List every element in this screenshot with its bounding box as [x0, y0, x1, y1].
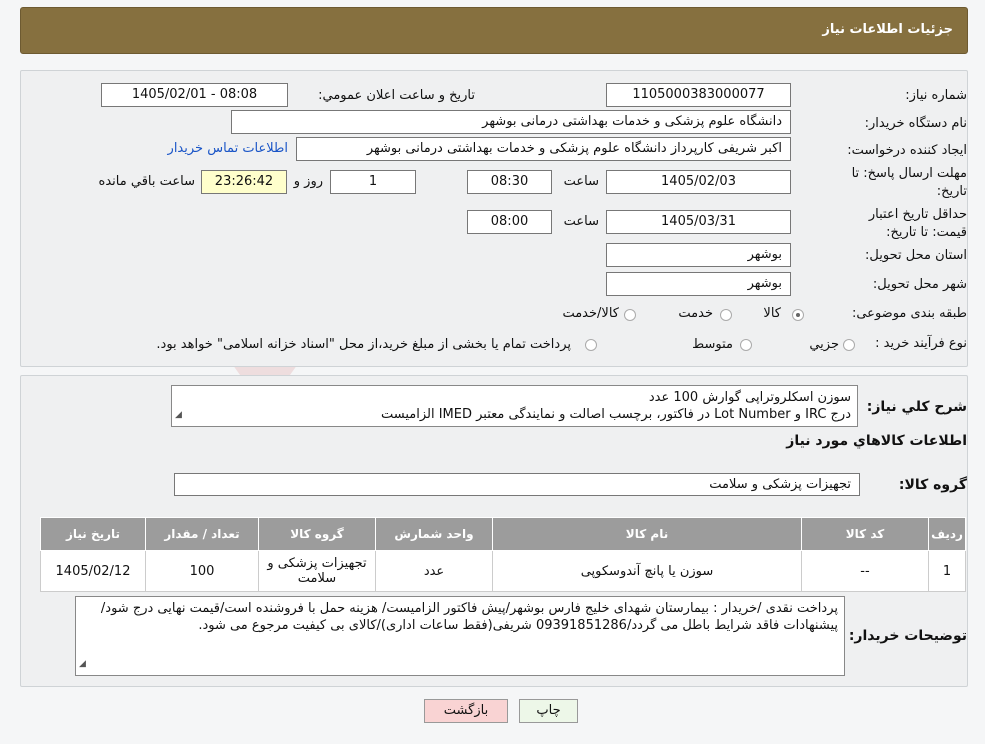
col-code-header: كد كالا	[801, 517, 929, 551]
cell-group: تجهیزات پزشکی و سلامت	[258, 550, 376, 592]
buyer-org-field: دانشگاه علوم پزشکی و خدمات بهداشتی درمان…	[231, 110, 791, 134]
process-medium-radio[interactable]	[740, 339, 752, 351]
summary-line-2: درج IRC و Lot Number در فاکتور، برچسب اص…	[380, 407, 851, 422]
resize-grip-icon[interactable]: ◢	[175, 407, 182, 424]
need-number-label: شماره نیاز:	[905, 88, 967, 103]
buyer-contact-link[interactable]: اطلاعات تماس خريدار	[168, 141, 288, 156]
col-unit-header: واحد شمارش	[375, 517, 493, 551]
cell-code: --	[801, 550, 929, 592]
goods-group-label: گروه كالا:	[898, 477, 967, 493]
resize-grip-icon[interactable]: ◢	[79, 656, 86, 673]
validity-time-label: ساعت	[563, 214, 599, 229]
validity-date-field: 1405/03/31	[606, 210, 791, 234]
summary-textarea: سوزن اسکلروتراپی گوارش 100 عدد درج IRC و…	[171, 385, 858, 427]
deadline-date-field: 1405/02/03	[606, 170, 791, 194]
table-row: 1 -- سوزن یا پانچ آندوسکوپی عدد تجهیزات …	[40, 550, 966, 592]
announce-label: تاریخ و ساعت اعلان عمومي:	[318, 88, 475, 103]
process-minor-radio[interactable]	[843, 339, 855, 351]
category-goods-service-radio[interactable]	[624, 309, 636, 321]
days-label: روز و	[293, 174, 323, 189]
requester-field: اکبر شریفی کارپرداز دانشگاه علوم پزشکی و…	[296, 137, 791, 161]
category-service-label: خدمت	[678, 306, 713, 321]
days-field: 1	[330, 170, 416, 194]
cell-qty: 100	[145, 550, 259, 592]
cell-row: 1	[928, 550, 966, 592]
city-label: شهر محل تحويل:	[872, 277, 967, 292]
category-goods-label: کالا	[763, 306, 781, 321]
goods-section-title: اطلاعات كالاهاي مورد نياز	[786, 433, 967, 449]
goods-table: رديف كد كالا نام كالا واحد شمارش گروه كا…	[40, 517, 966, 592]
process-label: نوع فرآيند خريد :	[875, 336, 967, 351]
cell-name: سوزن یا پانچ آندوسکوپی	[492, 550, 802, 592]
page-title: جزئیات اطلاعات نیاز	[822, 22, 953, 37]
back-button[interactable]: بازگشت	[424, 699, 508, 723]
category-goods-radio[interactable]	[792, 309, 804, 321]
page-header: جزئیات اطلاعات نیاز	[20, 7, 968, 54]
col-date-header: تاريخ نياز	[40, 517, 146, 551]
province-label: استان محل تحويل:	[865, 248, 967, 263]
deadline-time-label: ساعت	[563, 174, 599, 189]
city-field: بوشهر	[606, 272, 791, 296]
print-button[interactable]: چاپ	[519, 699, 578, 723]
buyer-notes-text: پرداخت نقدی /خریدار : بیمارستان شهدای خل…	[100, 601, 838, 633]
buyer-notes-textarea: پرداخت نقدی /خریدار : بیمارستان شهدای خل…	[75, 596, 845, 676]
summary-line-1: سوزن اسکلروتراپی گوارش 100 عدد	[648, 390, 851, 405]
col-qty-header: تعداد / مقدار	[145, 517, 259, 551]
category-label: طبقه بندی موضوعی:	[851, 306, 967, 321]
buyer-org-label: نام دستگاه خريدار:	[864, 116, 967, 131]
deadline-label: مهلت ارسال پاسخ: تا تاريخ:	[851, 166, 967, 199]
validity-time-field: 08:00	[467, 210, 552, 234]
process-note: پرداخت تمام يا بخشی از مبلغ خريد،از محل …	[156, 337, 571, 352]
need-number-field: 1105000383000077	[606, 83, 791, 107]
process-medium-label: متوسط	[692, 337, 733, 352]
deadline-time-field: 08:30	[467, 170, 552, 194]
remaining-label: ساعت باقي مانده	[98, 174, 195, 189]
province-field: بوشهر	[606, 243, 791, 267]
col-group-header: گروه كالا	[258, 517, 376, 551]
col-row-header: رديف	[928, 517, 966, 551]
buyer-notes-label: توضيحات خريدار:	[848, 628, 967, 644]
cell-unit: عدد	[375, 550, 493, 592]
col-name-header: نام كالا	[492, 517, 802, 551]
summary-label: شرح كلي نياز:	[866, 399, 967, 415]
goods-table-header: رديف كد كالا نام كالا واحد شمارش گروه كا…	[40, 517, 966, 551]
remaining-time-field: 23:26:42	[201, 170, 287, 194]
category-goods-service-label: کالا/خدمت	[562, 306, 619, 321]
category-service-radio[interactable]	[720, 309, 732, 321]
goods-group-field: تجهیزات پزشکی و سلامت	[174, 473, 860, 496]
requester-label: ايجاد کننده درخواست:	[847, 143, 967, 158]
treasury-checkbox[interactable]	[585, 339, 597, 351]
announce-field: 1405/02/01 - 08:08	[101, 83, 288, 107]
validity-label: حداقل تاريخ اعتبار قيمت: تا تاريخ:	[868, 207, 967, 240]
process-minor-label: جزيي	[809, 337, 839, 352]
cell-date: 1405/02/12	[40, 550, 146, 592]
